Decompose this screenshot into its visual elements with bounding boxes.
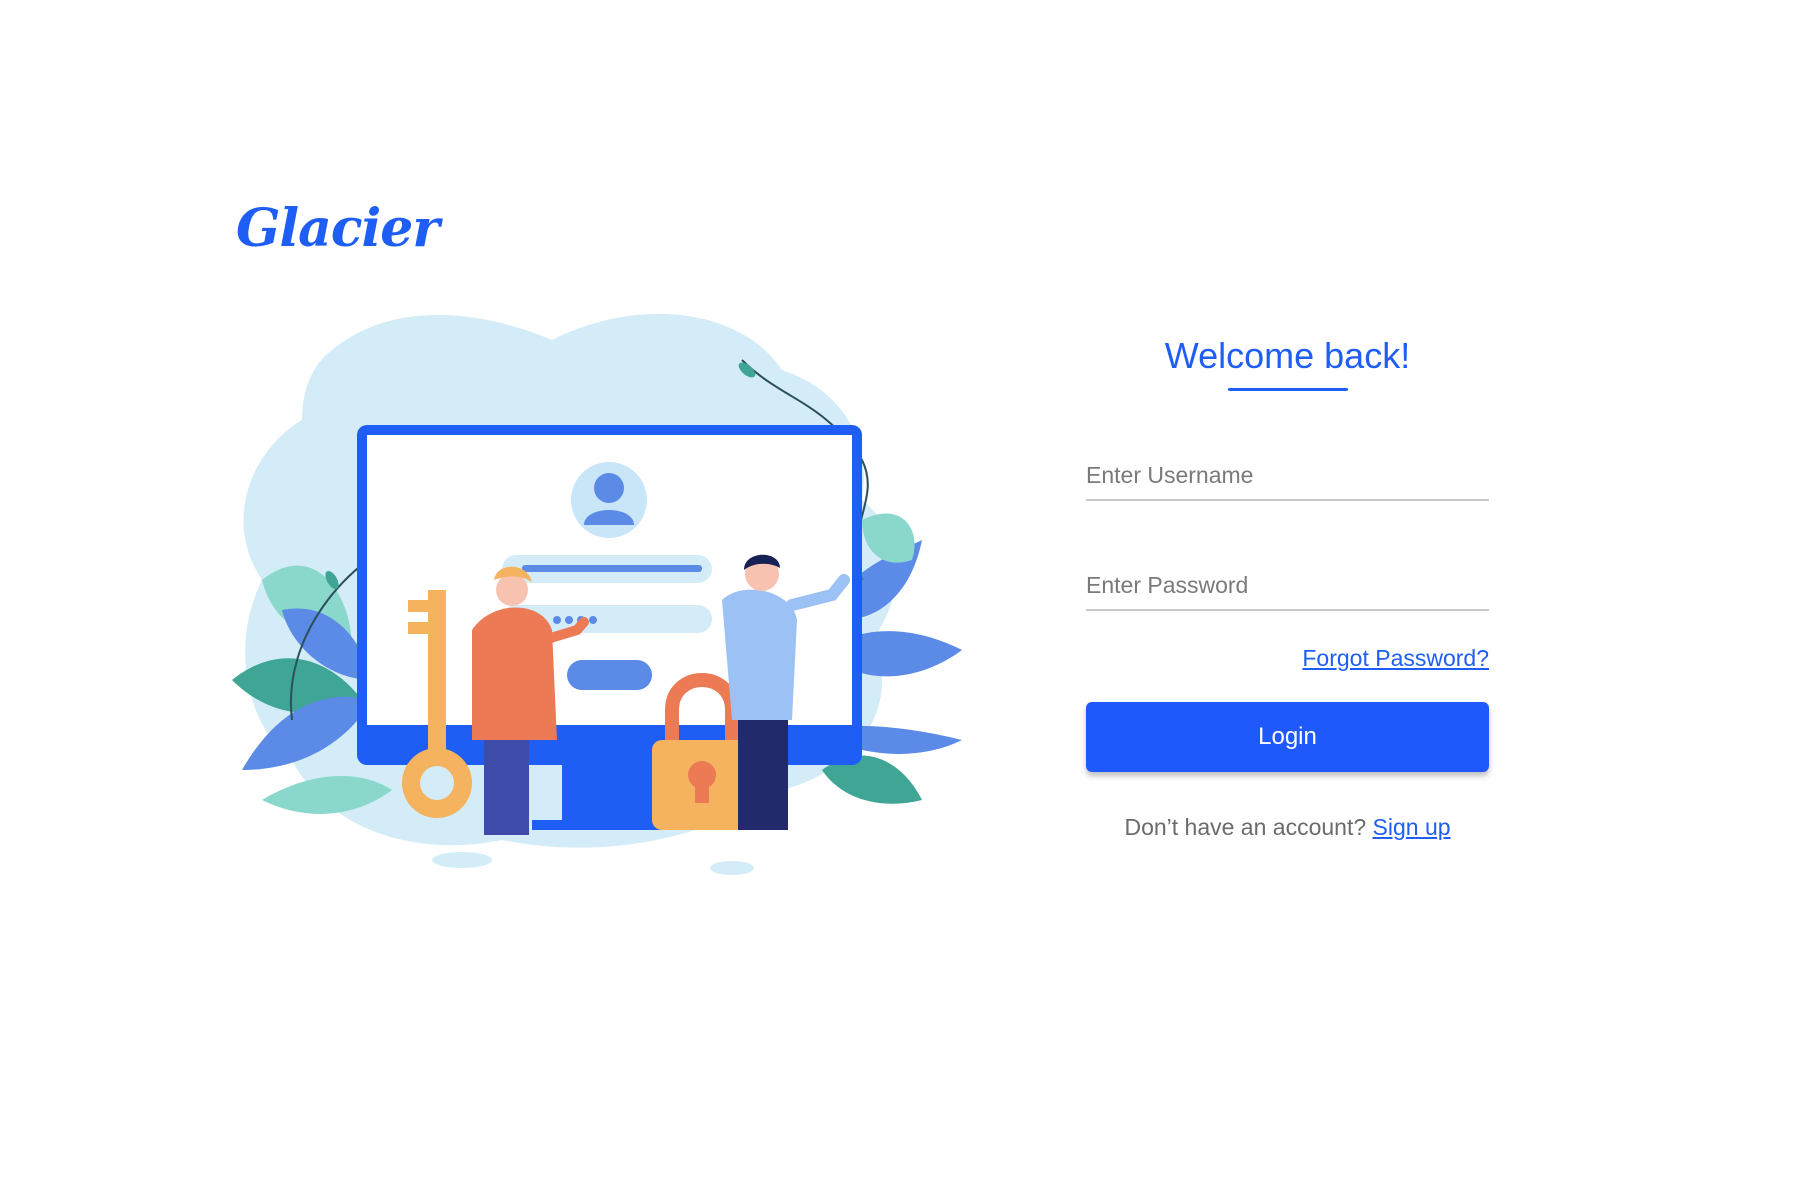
small-blob [390, 350, 414, 362]
login-illustration [232, 313, 962, 875]
login-button[interactable]: Login [1086, 702, 1489, 772]
screen-input-line [522, 565, 702, 572]
woman-legs [484, 740, 529, 835]
woman-head [496, 574, 528, 606]
small-blob [593, 327, 621, 341]
avatar-head [594, 473, 624, 503]
screen-dot [553, 616, 561, 624]
padlock-keyhole-slot [695, 778, 709, 803]
key-tooth [408, 600, 428, 612]
screen-dot [589, 616, 597, 624]
username-input[interactable] [1086, 455, 1489, 495]
key-ring-hole [420, 766, 454, 800]
login-form: Welcome back! Forgot Password? Login Don… [1086, 330, 1489, 841]
screen-dot [565, 616, 573, 624]
key-shaft [428, 590, 446, 760]
username-field [1086, 455, 1489, 501]
signup-link[interactable]: Sign up [1373, 814, 1451, 840]
brand-logo: Glacier [236, 198, 440, 259]
signup-row: Don’t have an account? Sign up [1086, 814, 1489, 841]
man-body [722, 589, 797, 720]
woman-body [472, 607, 557, 740]
monitor-stand [562, 765, 667, 825]
man-legs [738, 720, 788, 830]
password-field [1086, 565, 1489, 611]
signup-prompt: Don’t have an account? [1124, 814, 1367, 840]
key-tooth [408, 622, 428, 634]
screen-button [567, 660, 652, 690]
title-underline [1227, 388, 1348, 391]
login-page: Glacier Welcome back! Enter Username For… [0, 0, 1800, 1200]
small-blob [432, 852, 492, 868]
password-input[interactable] [1086, 565, 1489, 605]
welcome-heading: Welcome back! [1164, 335, 1411, 376]
small-blob [710, 861, 754, 875]
forgot-row: Forgot Password? [1086, 645, 1489, 672]
forgot-password-link[interactable]: Forgot Password? [1302, 645, 1489, 671]
